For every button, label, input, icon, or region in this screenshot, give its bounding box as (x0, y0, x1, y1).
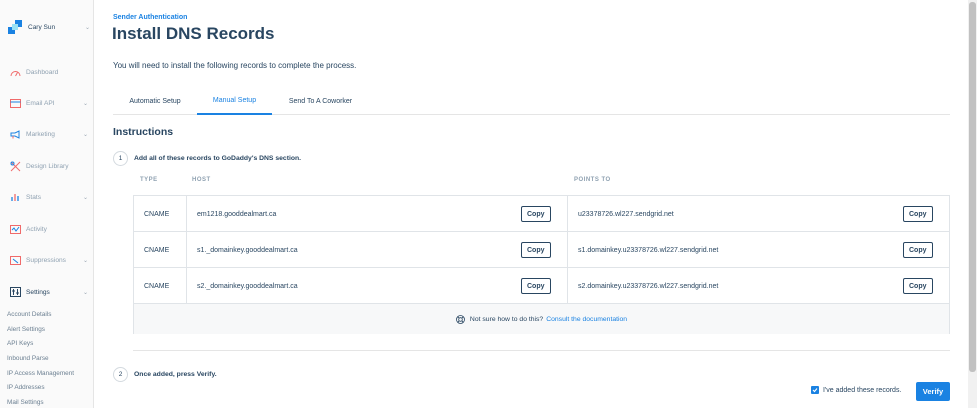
settings-icon (10, 287, 21, 297)
sidebar-item-email-api[interactable]: Email API ⌄ (0, 95, 94, 111)
sidebar-item-stats[interactable]: Stats ⌄ (0, 189, 94, 205)
record-host: s2._domainkey.gooddealmart.ca (197, 282, 298, 290)
record-type: CNAME (144, 210, 170, 218)
setup-tabs: Automatic Setup Manual Setup Send To A C… (113, 88, 950, 115)
design-library-icon (10, 161, 21, 171)
tab-automatic-setup[interactable]: Automatic Setup (113, 88, 197, 115)
copy-host-button[interactable]: Copy (521, 206, 551, 222)
step-1-text: Add all of these records to GoDaddy's DN… (134, 155, 302, 162)
activity-icon (10, 224, 21, 234)
account-switcher[interactable]: Cary Sun ⌄ (8, 19, 90, 35)
sidebar-item-marketing[interactable]: Marketing ⌄ (0, 126, 94, 142)
dns-records-table: CNAME em1218.gooddealmart.ca Copy u23378… (133, 195, 950, 334)
instructions-title: Instructions (113, 126, 174, 138)
help-text: Not sure how to do this? (469, 315, 544, 323)
account-name: Cary Sun (28, 23, 56, 31)
sidebar-subitem-ip-access-management[interactable]: IP Access Management (7, 370, 74, 377)
records-added-checkbox[interactable] (811, 386, 819, 394)
sidebar-item-settings[interactable]: Settings ⌄ (0, 284, 94, 300)
help-bar: Not sure how to do this? Consult the doc… (134, 304, 949, 334)
record-type: CNAME (144, 282, 170, 290)
records-added-checkbox-row[interactable]: I've added these records. (811, 386, 901, 394)
copy-points-to-button[interactable]: Copy (903, 242, 933, 258)
record-host: s1._domainkey.gooddealmart.ca (197, 246, 298, 254)
table-row: CNAME em1218.gooddealmart.ca Copy u23378… (134, 196, 949, 232)
checkbox-label: I've added these records. (823, 386, 902, 394)
sidebar-subitem-api-keys[interactable]: API Keys (7, 340, 33, 347)
sidebar-item-design-library[interactable]: Design Library (0, 158, 94, 174)
copy-host-button[interactable]: Copy (521, 278, 551, 294)
sidebar-subitem-account-details[interactable]: Account Details (7, 311, 51, 318)
table-row: CNAME s2._domainkey.gooddealmart.ca Copy… (134, 268, 949, 304)
divider (133, 350, 950, 351)
dashboard-icon (10, 68, 21, 77)
breadcrumb-eyebrow: Sender Authentication (113, 14, 188, 21)
chevron-down-icon: ⌄ (82, 100, 88, 107)
step-number-1: 1 (113, 151, 128, 166)
sidebar-item-dashboard[interactable]: Dashboard (0, 64, 94, 80)
sidebar-subitem-ip-addresses[interactable]: IP Addresses (7, 384, 45, 391)
sidebar-subitem-inbound-parse[interactable]: Inbound Parse (7, 355, 49, 362)
record-points-to: u23378726.wl227.sendgrid.net (578, 210, 674, 218)
table-row: CNAME s1._domainkey.gooddealmart.ca Copy… (134, 232, 949, 268)
record-type: CNAME (144, 246, 170, 254)
documentation-link[interactable]: Consult the documentation (546, 316, 627, 323)
column-header-points-to: POINTS TO (574, 177, 611, 183)
sidebar: Cary Sun ⌄ Dashboard Email API ⌄ Marketi… (0, 0, 94, 408)
email-api-icon (10, 98, 21, 108)
step-2-text: Once added, press Verify. (134, 371, 217, 378)
scrollbar-thumb[interactable] (969, 2, 976, 372)
copy-points-to-button[interactable]: Copy (903, 206, 933, 222)
column-header-type: TYPE (140, 177, 158, 183)
life-ring-icon (456, 314, 465, 324)
scrollbar[interactable] (968, 0, 977, 408)
suppressions-icon (10, 255, 21, 265)
record-points-to: s1.domainkey.u23378726.wl227.sendgrid.ne… (578, 246, 719, 254)
stats-icon (10, 193, 21, 202)
chevron-down-icon: ⌄ (82, 257, 88, 264)
column-header-host: HOST (192, 177, 211, 183)
record-points-to: s2.domainkey.u23378726.wl227.sendgrid.ne… (578, 282, 719, 290)
sidebar-subitem-mail-settings[interactable]: Mail Settings (7, 399, 44, 406)
chevron-down-icon: ⌄ (82, 194, 88, 201)
chevron-down-icon: ⌄ (84, 24, 90, 31)
tab-manual-setup[interactable]: Manual Setup (197, 88, 272, 115)
step-number-2: 2 (113, 367, 128, 382)
copy-host-button[interactable]: Copy (521, 242, 551, 258)
megaphone-icon (10, 129, 21, 139)
tab-send-to-coworker[interactable]: Send To A Coworker (272, 88, 369, 115)
verify-button[interactable]: Verify (916, 382, 950, 401)
copy-points-to-button[interactable]: Copy (903, 278, 933, 294)
sidebar-subitem-alert-settings[interactable]: Alert Settings (7, 326, 45, 333)
chevron-down-icon: ⌄ (82, 289, 88, 296)
intro-text: You will need to install the following r… (113, 61, 357, 70)
page-title: Install DNS Records (112, 24, 275, 43)
sendgrid-logo (8, 20, 22, 34)
sidebar-item-suppressions[interactable]: Suppressions ⌄ (0, 252, 94, 268)
sidebar-item-activity[interactable]: Activity (0, 221, 94, 237)
chevron-down-icon: ⌄ (82, 131, 88, 138)
record-host: em1218.gooddealmart.ca (197, 210, 277, 218)
